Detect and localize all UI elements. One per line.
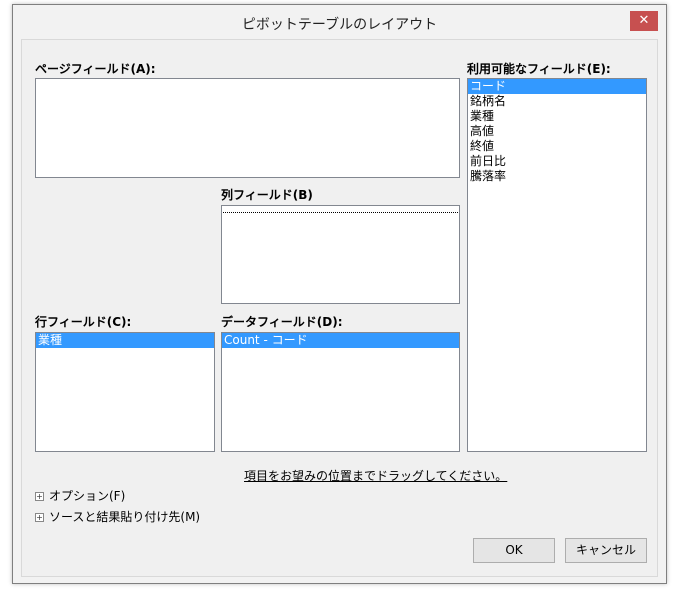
available-field-item[interactable]: 業種 bbox=[468, 109, 646, 124]
column-field-box[interactable] bbox=[221, 205, 460, 304]
drop-indicator bbox=[223, 212, 458, 213]
available-fields-label: 利用可能なフィールド(E): bbox=[467, 62, 611, 76]
available-field-item[interactable]: 高値 bbox=[468, 124, 646, 139]
expand-plus-icon: + bbox=[35, 492, 44, 501]
available-field-item[interactable]: 前日比 bbox=[468, 154, 646, 169]
source-label: ソースと結果貼り付け先(M) bbox=[49, 510, 201, 524]
available-fields-list[interactable]: コード 銘柄名 業種 高値 終値 前日比 騰落率 bbox=[467, 78, 647, 452]
cancel-button[interactable]: キャンセル bbox=[565, 538, 647, 563]
data-field-box[interactable]: Count - コード bbox=[221, 332, 460, 452]
available-field-item[interactable]: 銘柄名 bbox=[468, 94, 646, 109]
available-field-item[interactable]: コード bbox=[468, 79, 646, 94]
dialog-title: ピボットテーブルのレイアウト bbox=[241, 17, 438, 33]
available-field-item[interactable]: 騰落率 bbox=[468, 169, 646, 184]
source-expander[interactable]: + ソースと結果貼り付け先(M) bbox=[35, 508, 200, 524]
expand-plus-icon: + bbox=[35, 513, 44, 522]
ok-button[interactable]: OK bbox=[473, 538, 555, 563]
close-button[interactable]: ✕ bbox=[630, 11, 658, 31]
options-expander[interactable]: + オプション(F) bbox=[35, 487, 125, 503]
row-field-box[interactable]: 業種 bbox=[35, 332, 215, 452]
options-label: オプション(F) bbox=[49, 489, 126, 503]
title-bar[interactable]: ピボットテーブルのレイアウト ✕ bbox=[13, 5, 666, 39]
layout-panel: ページフィールド(A): 列フィールド(B) 行フィールド(C): 業種 データ… bbox=[21, 39, 658, 577]
row-field-item[interactable]: 業種 bbox=[36, 333, 214, 348]
column-field-label: 列フィールド(B) bbox=[221, 188, 313, 202]
available-field-item[interactable]: 終値 bbox=[468, 139, 646, 154]
row-field-label: 行フィールド(C): bbox=[35, 315, 132, 329]
page-field-box[interactable] bbox=[35, 78, 460, 178]
drag-hint: 項目をお望みの位置までドラッグしてください。 bbox=[244, 469, 508, 483]
page-field-label: ページフィールド(A): bbox=[35, 62, 156, 76]
data-field-item[interactable]: Count - コード bbox=[222, 333, 459, 348]
pivot-layout-dialog: ピボットテーブルのレイアウト ✕ ページフィールド(A): 列フィールド(B) … bbox=[12, 4, 667, 584]
data-field-label: データフィールド(D): bbox=[221, 315, 343, 329]
